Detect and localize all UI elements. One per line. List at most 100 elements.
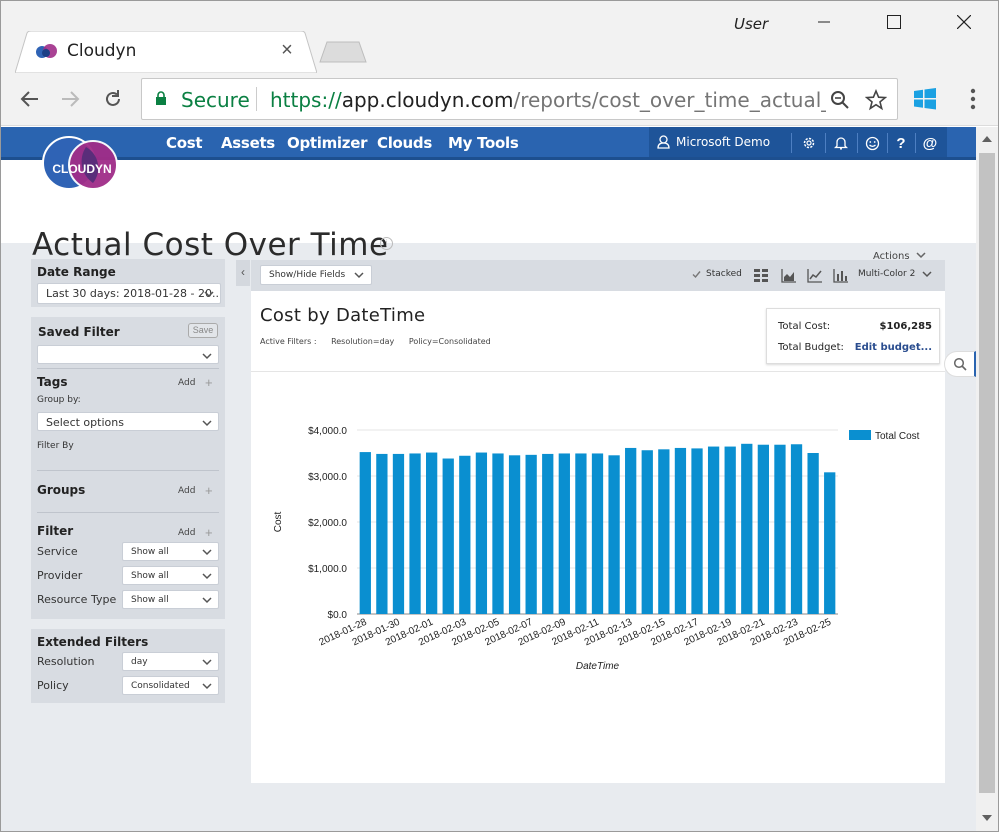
secure-label: Secure xyxy=(181,88,250,112)
scroll-up-arrow-icon[interactable] xyxy=(982,136,992,142)
bar xyxy=(641,450,653,614)
filter-add-link[interactable]: Add xyxy=(178,528,195,538)
window-user-label[interactable]: User xyxy=(734,15,768,33)
y-tick-label: $4,000.0 xyxy=(308,426,347,437)
y-tick-label: $3,000.0 xyxy=(308,472,347,483)
tags-add-link[interactable]: Add xyxy=(178,378,195,388)
forward-icon[interactable] xyxy=(55,83,87,115)
bar xyxy=(807,453,819,614)
bar xyxy=(542,453,554,614)
filter-label: Filter xyxy=(37,524,74,538)
bar xyxy=(425,452,438,614)
nav-assets[interactable]: Assets xyxy=(221,134,275,152)
browser-tab[interactable]: Cloudyn × xyxy=(15,31,317,73)
scroll-down-arrow-icon[interactable] xyxy=(982,815,992,821)
date-range-value: Last 30 days: 2018-01-28 - 20... xyxy=(46,287,221,300)
provider-select[interactable]: Show all xyxy=(122,566,219,585)
nav-clouds[interactable]: Clouds xyxy=(377,134,432,152)
bar xyxy=(392,453,405,614)
chevron-down-icon xyxy=(202,659,212,666)
close-window-icon[interactable] xyxy=(941,7,987,37)
bar xyxy=(442,458,454,614)
nav-divider xyxy=(857,133,858,153)
nav-optimizer[interactable]: Optimizer xyxy=(287,134,367,152)
tags-group-by-select[interactable]: Select options xyxy=(37,412,219,431)
active-filter-chip: Resolution=day xyxy=(331,337,395,346)
page-viewport: Actual Cost Over Time i Actions Cost Ass… xyxy=(1,127,976,831)
color-scheme-label: Multi-Color 2 xyxy=(858,269,916,279)
filter-plus-icon[interactable]: + xyxy=(205,526,213,539)
back-icon[interactable] xyxy=(13,83,45,115)
y-tick-label: $0.0 xyxy=(328,610,348,621)
browser-window: Cloudyn × User Secure https://app.cloudy… xyxy=(0,0,999,832)
minimize-icon[interactable] xyxy=(801,7,847,37)
info-icon[interactable]: i xyxy=(380,237,393,250)
chevron-down-icon xyxy=(922,271,932,278)
save-filter-button[interactable]: Save xyxy=(188,323,218,338)
edit-budget-link[interactable]: Edit budget... xyxy=(855,342,932,353)
user-menu[interactable]: Microsoft Demo xyxy=(657,135,770,149)
search-panel-toggle[interactable] xyxy=(944,351,976,377)
bar xyxy=(459,455,471,614)
address-bar[interactable]: Secure https://app.cloudyn.com/reports/c… xyxy=(141,78,898,120)
color-scheme-select[interactable]: Multi-Color 2 xyxy=(858,269,932,279)
nav-divider xyxy=(887,133,888,153)
help-icon[interactable]: ? xyxy=(892,134,910,152)
contact-at-icon[interactable]: @ xyxy=(921,134,939,152)
group-by-label: Group by: xyxy=(37,395,81,405)
notification-bell-icon[interactable] xyxy=(832,134,850,152)
x-axis-title: DateTime xyxy=(576,661,620,672)
date-range-panel: Date Range Last 30 days: 2018-01-28 - 20… xyxy=(31,259,225,307)
url-text[interactable]: https://app.cloudyn.com/reports/cost_ove… xyxy=(270,88,826,112)
scroll-thumb[interactable] xyxy=(979,153,995,793)
date-range-select[interactable]: Last 30 days: 2018-01-28 - 20... xyxy=(37,283,221,304)
resolution-value: day xyxy=(131,657,148,667)
user-name: Microsoft Demo xyxy=(676,135,771,149)
tags-plus-icon[interactable]: + xyxy=(205,376,213,389)
service-select[interactable]: Show all xyxy=(122,542,219,561)
resolution-select[interactable]: day xyxy=(122,652,219,671)
total-cost-value: $106,285 xyxy=(879,321,932,332)
cloudyn-logo[interactable]: CLOUDYN xyxy=(41,131,123,193)
divider xyxy=(37,470,219,471)
nav-cost[interactable]: Cost xyxy=(166,134,203,152)
bar xyxy=(591,453,604,614)
saved-filter-select[interactable] xyxy=(37,345,219,364)
table-view-icon[interactable] xyxy=(753,268,769,283)
maximize-icon[interactable] xyxy=(871,7,917,37)
bar-chart-icon[interactable] xyxy=(833,268,849,283)
resource-type-label: Resource Type xyxy=(37,593,117,606)
line-chart-icon[interactable] xyxy=(807,268,823,283)
legend-label: Total Cost xyxy=(875,431,920,442)
nav-my-tools[interactable]: My Tools xyxy=(448,134,519,152)
browser-menu-icon[interactable] xyxy=(963,87,983,111)
stacked-toggle[interactable]: Stacked xyxy=(692,269,742,279)
windows-extension-icon[interactable] xyxy=(913,87,937,111)
groups-add-link[interactable]: Add xyxy=(178,486,195,496)
settings-gear-icon[interactable] xyxy=(800,134,818,152)
area-chart-icon[interactable] xyxy=(781,268,797,283)
bookmark-star-icon[interactable] xyxy=(864,88,888,112)
groups-label: Groups xyxy=(37,483,86,497)
zoom-icon[interactable] xyxy=(828,88,852,112)
page-scrollbar[interactable] xyxy=(976,127,998,831)
bar xyxy=(691,448,703,614)
policy-select[interactable]: Consolidated xyxy=(122,676,219,695)
chevron-down-icon xyxy=(202,420,212,427)
tab-close-icon[interactable]: × xyxy=(277,39,297,61)
page-header: Actual Cost Over Time i Actions xyxy=(1,157,976,271)
feedback-smiley-icon[interactable] xyxy=(863,134,881,152)
tab-title: Cloudyn xyxy=(67,41,137,61)
bar xyxy=(707,446,720,614)
resolution-label: Resolution xyxy=(37,655,95,668)
groups-plus-icon[interactable]: + xyxy=(205,484,213,497)
bar xyxy=(475,452,488,614)
search-icon xyxy=(953,357,967,371)
bar xyxy=(724,446,736,614)
url-path: /reports/cost_over_time_actual_f... xyxy=(513,88,826,112)
reload-icon[interactable] xyxy=(97,83,129,115)
resource-type-select[interactable]: Show all xyxy=(122,590,219,609)
collapse-sidebar-button[interactable]: ‹ xyxy=(236,260,250,286)
show-hide-fields-select[interactable]: Show/Hide Fields xyxy=(260,265,372,285)
new-tab-button[interactable] xyxy=(319,41,367,63)
